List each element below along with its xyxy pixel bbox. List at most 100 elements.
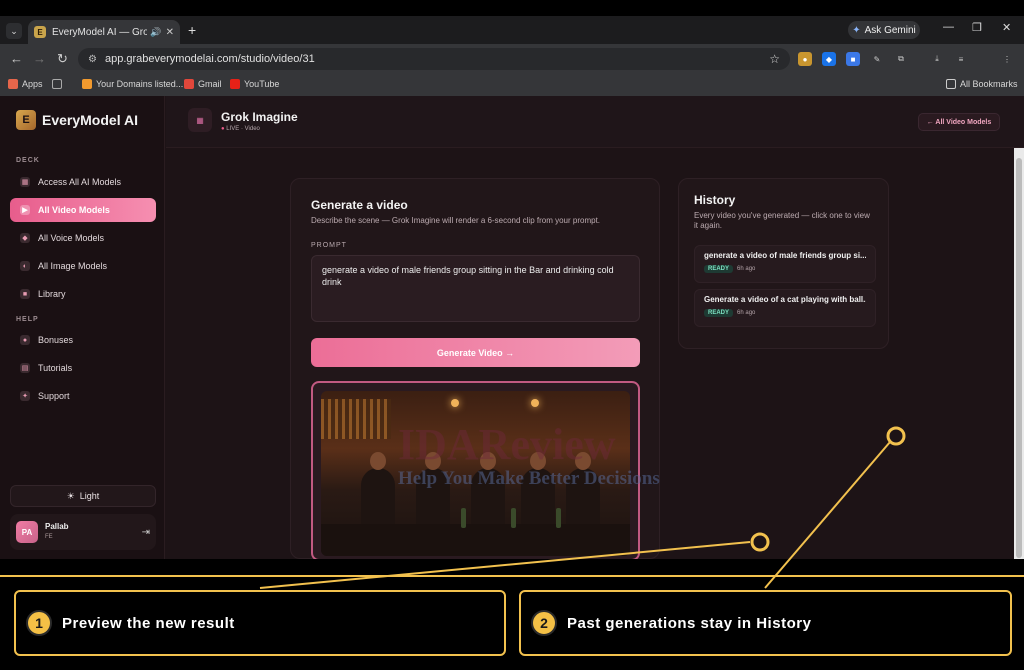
history-item-title: generate a video of male friends group s… (704, 251, 866, 260)
history-item-age: 6h ago (737, 310, 756, 316)
bookmark-gmail[interactable]: Gmail (184, 79, 222, 89)
close-tab-icon[interactable]: ✕ (166, 27, 174, 38)
image-icon: ◐ (20, 261, 30, 271)
bookmark-star-icon[interactable]: ☆ (769, 52, 780, 66)
tab-bar: ⌄ E EveryModel AI — Grok Ima 🔊 ✕ + ✦Ask … (0, 16, 1024, 44)
favicon-icon: E (34, 26, 46, 38)
status-badge: READY (704, 309, 734, 317)
model-status: ● LIVE · Video (221, 126, 260, 132)
close-window-icon[interactable]: ✕ (1002, 21, 1011, 34)
puzzle-icon[interactable]: ⧉ (894, 52, 908, 66)
sidebar-item-bonuses[interactable]: ● Bonuses (10, 328, 156, 352)
browser-chrome: ⌄ E EveryModel AI — Grok Ima 🔊 ✕ + ✦Ask … (0, 16, 1024, 96)
logout-icon[interactable]: ⇥ (142, 527, 150, 538)
bottle-icon (461, 508, 466, 528)
history-item-title: Generate a video of a cat playing with b… (704, 295, 866, 304)
callout-preview: 1 Preview the new result (14, 590, 506, 656)
logo-icon: E (16, 110, 36, 130)
sidebar-item-all-voice-models[interactable]: ◆ All Voice Models (10, 226, 156, 250)
app-logo[interactable]: E EveryModel AI (16, 110, 138, 130)
browser-tab[interactable]: E EveryModel AI — Grok Ima 🔊 ✕ (28, 20, 180, 44)
scrollbar-thumb[interactable] (1016, 158, 1022, 558)
callout-history: 2 Past generations stay in History (519, 590, 1012, 656)
callout-band-line (0, 575, 1024, 577)
lamp-icon (531, 399, 539, 407)
theme-toggle-button[interactable]: ☀ Light (10, 485, 156, 507)
download-icon[interactable]: ⤓ (930, 52, 944, 66)
bookmark-youtube[interactable]: YouTube (230, 79, 279, 89)
avatar: PA (16, 521, 38, 543)
sidebar-item-all-video-models[interactable]: ▶ All Video Models (10, 198, 156, 222)
reload-icon[interactable]: ↻ (57, 51, 68, 67)
bookmark-domains[interactable]: Your Domains listed... (82, 79, 183, 89)
sun-icon: ☀ (66, 490, 75, 501)
extension-icon[interactable]: ◆ (822, 52, 836, 66)
generate-description: Describe the scene — Grok Imagine will r… (311, 216, 601, 225)
media-icon[interactable]: ≡ (954, 52, 968, 66)
extension-icon[interactable]: ■ (846, 52, 860, 66)
callout-number: 2 (531, 610, 557, 636)
all-bookmarks[interactable]: All Bookmarks (946, 79, 1018, 89)
lamp-icon (451, 399, 459, 407)
watermark-brand: IDAReview (398, 420, 616, 469)
forward-icon[interactable]: → (33, 51, 46, 66)
generate-card: Generate a video Describe the scene — Gr… (290, 178, 660, 559)
generate-title: Generate a video (311, 198, 408, 212)
scrollbar[interactable] (1014, 148, 1024, 559)
support-icon: ✦ (20, 391, 30, 401)
model-title: Grok Imagine (221, 110, 298, 124)
user-plan: FE (45, 534, 53, 540)
ask-gemini-button[interactable]: ✦ Ask Gemini (848, 21, 920, 39)
folder-icon (946, 79, 956, 89)
url-bar[interactable]: ⚙ app.grabeverymodelai.com/studio/video/… (78, 48, 790, 70)
prompt-label: PROMPT (311, 242, 347, 249)
site-info-icon[interactable]: ⚙ (88, 54, 97, 65)
history-item[interactable]: Generate a video of a cat playing with b… (694, 289, 876, 327)
youtube-icon (230, 79, 240, 89)
generate-video-button[interactable]: Generate Video → (311, 338, 640, 367)
all-video-models-button[interactable]: ← All Video Models (918, 113, 1000, 131)
history-item[interactable]: generate a video of male friends group s… (694, 245, 876, 283)
callout-text: Past generations stay in History (567, 614, 812, 632)
maximize-icon[interactable]: ❐ (972, 21, 982, 34)
grok-model-icon: ▦ (188, 108, 212, 132)
history-title: History (694, 193, 736, 207)
extension-icon[interactable]: ✎ (870, 52, 884, 66)
minimize-icon[interactable]: — (943, 21, 954, 33)
new-tab-button[interactable]: + (188, 22, 196, 38)
bar-shelf (321, 399, 391, 439)
menu-icon[interactable]: ⋮ (1000, 52, 1014, 66)
tab-search-button[interactable]: ⌄ (6, 23, 22, 39)
gift-icon: ● (20, 335, 30, 345)
sidebar-item-tutorials[interactable]: ▤ Tutorials (10, 356, 156, 380)
grid-icon (52, 79, 62, 89)
status-badge: READY (704, 265, 734, 273)
bookmark-apps[interactable]: Apps (8, 79, 43, 89)
address-bar-row: ← → ↻ ⚙ app.grabeverymodelai.com/studio/… (0, 44, 1024, 74)
bottle-icon (556, 508, 561, 528)
domains-icon (82, 79, 92, 89)
sidebar-item-library[interactable]: ■ Library (10, 282, 156, 306)
gemini-icon: ✦ (852, 24, 861, 36)
mic-icon: ◆ (20, 233, 30, 243)
section-help: HELP (16, 316, 39, 323)
bookmark-grid[interactable] (52, 79, 62, 89)
book-icon: ▤ (20, 363, 30, 373)
bookmarks-bar: Apps Your Domains listed... Gmail YouTub… (0, 74, 1024, 96)
callout-number: 1 (26, 610, 52, 636)
bottle-icon (511, 508, 516, 528)
section-deck: DECK (16, 157, 40, 164)
watermark-tagline: Help You Make Better Decisions (398, 468, 660, 489)
grid-icon: ▦ (20, 177, 30, 187)
person-figure (361, 452, 395, 528)
model-header: ▦ Grok Imagine ● LIVE · Video ← All Vide… (166, 96, 1024, 148)
user-card[interactable]: PA Pallab FE ⇥ (10, 514, 156, 550)
library-icon: ■ (20, 289, 30, 299)
callout-text: Preview the new result (62, 614, 235, 632)
sidebar-item-access-all-ai-models[interactable]: ▦ Access All AI Models (10, 170, 156, 194)
extension-icon[interactable]: ● (798, 52, 812, 66)
sidebar-item-all-image-models[interactable]: ◐ All Image Models (10, 254, 156, 278)
back-icon[interactable]: ← (10, 51, 23, 66)
prompt-input[interactable]: generate a video of male friends group s… (311, 255, 640, 322)
sidebar-item-support[interactable]: ✦ Support (10, 384, 156, 408)
